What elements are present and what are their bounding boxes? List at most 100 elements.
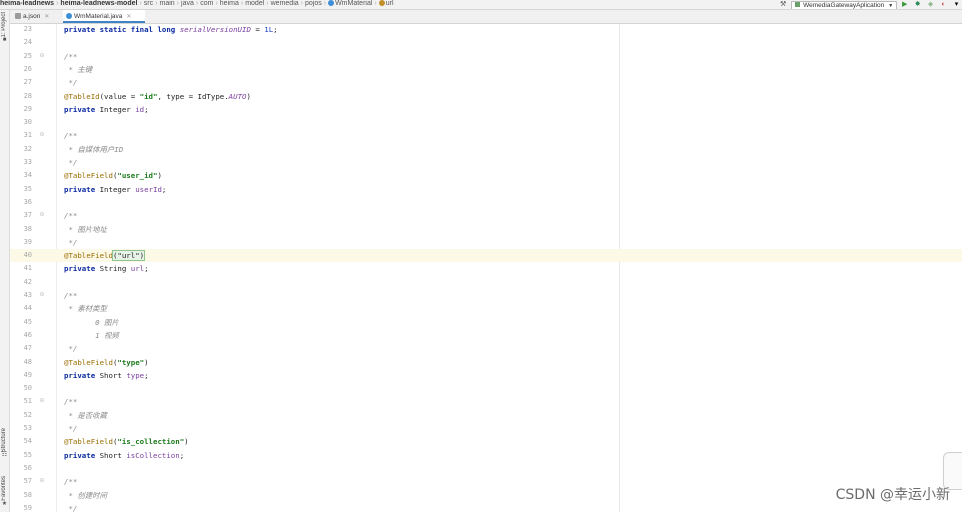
code-token: ) bbox=[157, 171, 162, 181]
line-number: 28 bbox=[23, 91, 32, 100]
code-text: @TableId(value = "id", type = IdType.AUT… bbox=[64, 90, 251, 103]
breadcrumb-separator-icon: › bbox=[374, 0, 377, 7]
code-token: Short bbox=[99, 370, 127, 380]
fold-marker-icon[interactable]: ⊖ bbox=[39, 209, 45, 222]
code-token: serialVersionUID bbox=[179, 25, 251, 34]
code-line: 36 bbox=[10, 196, 962, 209]
fold-marker-icon[interactable]: ⊖ bbox=[39, 475, 45, 488]
breadcrumb-item[interactable]: url bbox=[378, 0, 394, 8]
breadcrumb-label: main bbox=[159, 0, 175, 7]
breadcrumb-item[interactable]: wemedia bbox=[271, 0, 299, 8]
line-number: 53 bbox=[23, 424, 32, 432]
debug-icon[interactable]: ✸ bbox=[912, 0, 923, 9]
profile-icon[interactable]: ◐ bbox=[938, 0, 949, 9]
code-editor[interactable]: 23 private static final long serialVersio… bbox=[10, 24, 962, 512]
build-hammer-icon[interactable]: ⚒ bbox=[777, 0, 789, 9]
code-token: ; bbox=[161, 184, 167, 194]
breadcrumb: heima-leadnews › heima-leadnews-model › src ›… bbox=[0, 0, 394, 8]
line-number: 55 bbox=[23, 450, 32, 459]
breadcrumb-separator-icon: › bbox=[155, 0, 158, 7]
run-configuration-select[interactable]: WemediaGatewayAplication ▼ bbox=[791, 1, 898, 9]
spring-boot-icon bbox=[795, 2, 801, 7]
code-token: userId bbox=[135, 184, 162, 194]
run-icon[interactable]: ▶ bbox=[899, 0, 910, 9]
line-number: 54 bbox=[23, 437, 32, 446]
structure-tool-button[interactable]: Structure ☷ bbox=[0, 428, 9, 459]
breadcrumb-separator-icon: › bbox=[323, 0, 327, 7]
line-number: 49 bbox=[23, 370, 32, 379]
line-number: 59 bbox=[23, 503, 32, 512]
code-text: */ bbox=[64, 236, 77, 249]
code-token: * 创建时间 bbox=[64, 490, 107, 500]
toolbar: ⚒ WemediaGatewayAplication ▼ ▶ ✸ ◈ ◐ ▾ bbox=[777, 0, 962, 9]
class-icon bbox=[328, 0, 335, 6]
tab-wmmaterial-java[interactable]: WmMaterial.java ✕ bbox=[63, 10, 145, 23]
line-number: 25 bbox=[23, 51, 32, 60]
code-text: @TableField("is_collection") bbox=[64, 435, 189, 448]
fold-marker-icon[interactable]: ⊖ bbox=[39, 289, 45, 302]
breadcrumb-item[interactable]: com bbox=[200, 0, 213, 8]
code-token: Integer bbox=[99, 184, 136, 194]
favorites-tool-button[interactable]: Favorites ★ bbox=[0, 476, 9, 508]
code-line: 50 bbox=[10, 382, 962, 395]
watermark: CSDN @幸运小新 bbox=[835, 487, 950, 503]
tab-a-json[interactable]: a.json ✕ bbox=[12, 10, 58, 23]
breadcrumb-item[interactable]: heima-leadnews-model bbox=[60, 0, 137, 8]
code-line: 43 ⊖ /** bbox=[10, 289, 962, 302]
code-token: 1L bbox=[264, 25, 274, 34]
code-line: 42 bbox=[10, 276, 962, 289]
code-line: 40 @TableField("url") bbox=[10, 249, 962, 263]
line-number: 30 bbox=[23, 118, 32, 127]
code-token: (value = bbox=[99, 91, 140, 101]
line-number: 27 bbox=[23, 78, 32, 87]
code-text: * 创建时间 bbox=[64, 489, 107, 502]
line-number: 56 bbox=[23, 463, 32, 472]
breadcrumb-item[interactable]: model bbox=[245, 0, 264, 8]
code-token: ) bbox=[144, 357, 149, 367]
code-token: = bbox=[250, 25, 265, 34]
code-token: url bbox=[130, 264, 145, 274]
structure-tool-label: Structure bbox=[1, 428, 7, 453]
code-text: */ bbox=[64, 156, 77, 169]
breadcrumb-item[interactable]: WmMaterial bbox=[328, 0, 372, 8]
breadcrumb-label: heima-leadnews bbox=[0, 0, 55, 7]
line-number: 52 bbox=[23, 410, 32, 419]
favorites-tool-label: Favorites bbox=[1, 476, 7, 501]
breadcrumb-label: url bbox=[385, 0, 394, 7]
line-number: 51 bbox=[23, 397, 32, 406]
code-token: "is_collection" bbox=[117, 437, 185, 447]
code-text: /** bbox=[64, 209, 77, 222]
code-text: @TableField("url") bbox=[64, 249, 146, 262]
close-icon[interactable]: ✕ bbox=[126, 14, 131, 20]
breadcrumb-label: heima bbox=[219, 0, 239, 7]
breadcrumb-item[interactable]: main bbox=[159, 0, 174, 8]
breadcrumb-item[interactable]: heima bbox=[220, 0, 239, 8]
fold-marker-icon[interactable]: ⊖ bbox=[39, 395, 45, 408]
code-token: private bbox=[64, 450, 100, 460]
code-token: /** bbox=[64, 291, 78, 300]
more-options-icon[interactable]: ▾ bbox=[951, 0, 962, 9]
code-text: @TableField("type") bbox=[64, 356, 149, 369]
code-line: 34 @TableField("user_id") bbox=[10, 169, 962, 182]
code-token: /** bbox=[64, 131, 78, 141]
code-token: 0 图片 bbox=[64, 317, 119, 327]
breadcrumb-item[interactable]: heima-leadnews bbox=[0, 0, 54, 8]
code-line: 27 */ bbox=[10, 76, 962, 89]
coverage-icon[interactable]: ◈ bbox=[925, 0, 936, 9]
code-line: 47 */ bbox=[10, 342, 962, 355]
breadcrumb-item[interactable]: pojos bbox=[305, 0, 322, 8]
project-tool-button[interactable]: 1: Project ■ bbox=[0, 12, 9, 44]
close-icon[interactable]: ✕ bbox=[44, 14, 49, 20]
breadcrumb-item[interactable]: java bbox=[181, 0, 194, 8]
fold-marker-icon[interactable]: ⊖ bbox=[39, 50, 45, 63]
code-line: 37 ⊖ /** bbox=[10, 209, 962, 222]
code-token: "type" bbox=[117, 357, 145, 367]
fold-marker-icon[interactable]: ⊖ bbox=[39, 129, 45, 142]
code-line: 31 ⊖ /** bbox=[10, 129, 962, 142]
code-text: private Short type; bbox=[64, 369, 149, 382]
code-line: 24 bbox=[10, 36, 962, 49]
line-number: 58 bbox=[23, 490, 32, 499]
run-configuration-label: WemediaGatewayAplication bbox=[803, 2, 885, 9]
line-number: 42 bbox=[23, 277, 32, 286]
breadcrumb-item[interactable]: src bbox=[144, 0, 153, 8]
